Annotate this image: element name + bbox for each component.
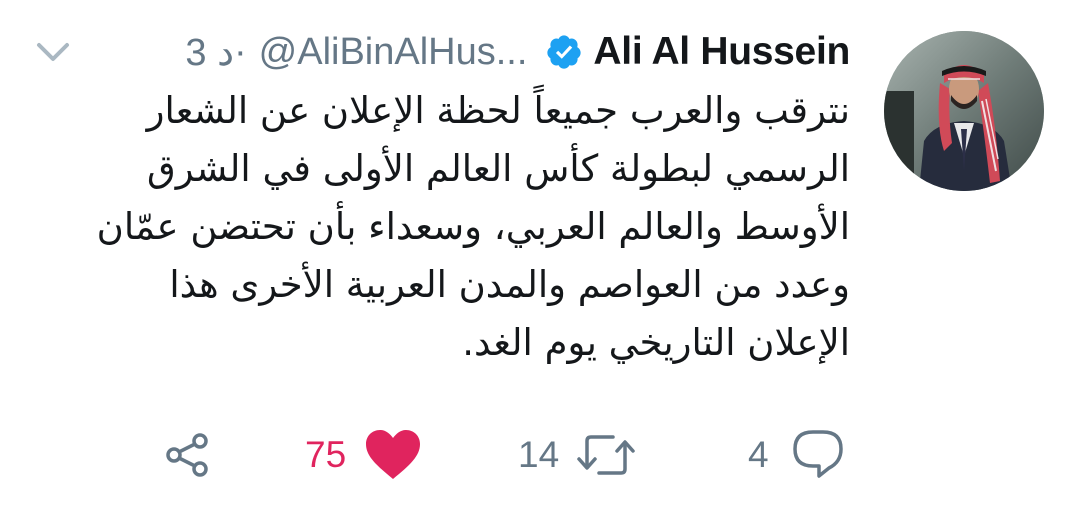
tweet-text: نترقب والعرب جميعاً لحظة الإعلان عن الشع… <box>96 89 850 364</box>
share-icon <box>166 433 208 477</box>
like-button[interactable]: 75 <box>305 420 422 490</box>
header-separator: · <box>234 30 247 73</box>
chevron-down-icon[interactable] <box>36 40 70 64</box>
reply-count: 4 <box>748 434 769 475</box>
reply-icon <box>792 430 843 478</box>
verified-badge-icon <box>547 35 582 69</box>
retweet-icon <box>577 435 635 475</box>
author-name[interactable]: Ali Al Hussein <box>593 30 850 74</box>
like-count: 75 <box>305 434 347 475</box>
retweet-button[interactable]: 14 <box>518 420 637 490</box>
author-avatar[interactable] <box>884 31 1044 191</box>
reply-button[interactable]: 4 <box>748 420 845 490</box>
share-button[interactable] <box>160 420 216 490</box>
tweet-time[interactable]: 3 د <box>185 30 234 75</box>
author-handle[interactable]: @AliBinAlHus... <box>259 31 528 74</box>
heart-icon <box>366 430 421 479</box>
retweet-count: 14 <box>518 434 560 475</box>
tweet[interactable]: 3 د · @AliBinAlHus... Ali Al Hussein نتر… <box>0 0 1080 506</box>
profile-photo <box>884 31 1044 191</box>
tweet-header: 3 د · @AliBinAlHus... Ali Al Hussein <box>185 28 850 76</box>
tweet-actions: 75 14 4 <box>0 420 1080 490</box>
